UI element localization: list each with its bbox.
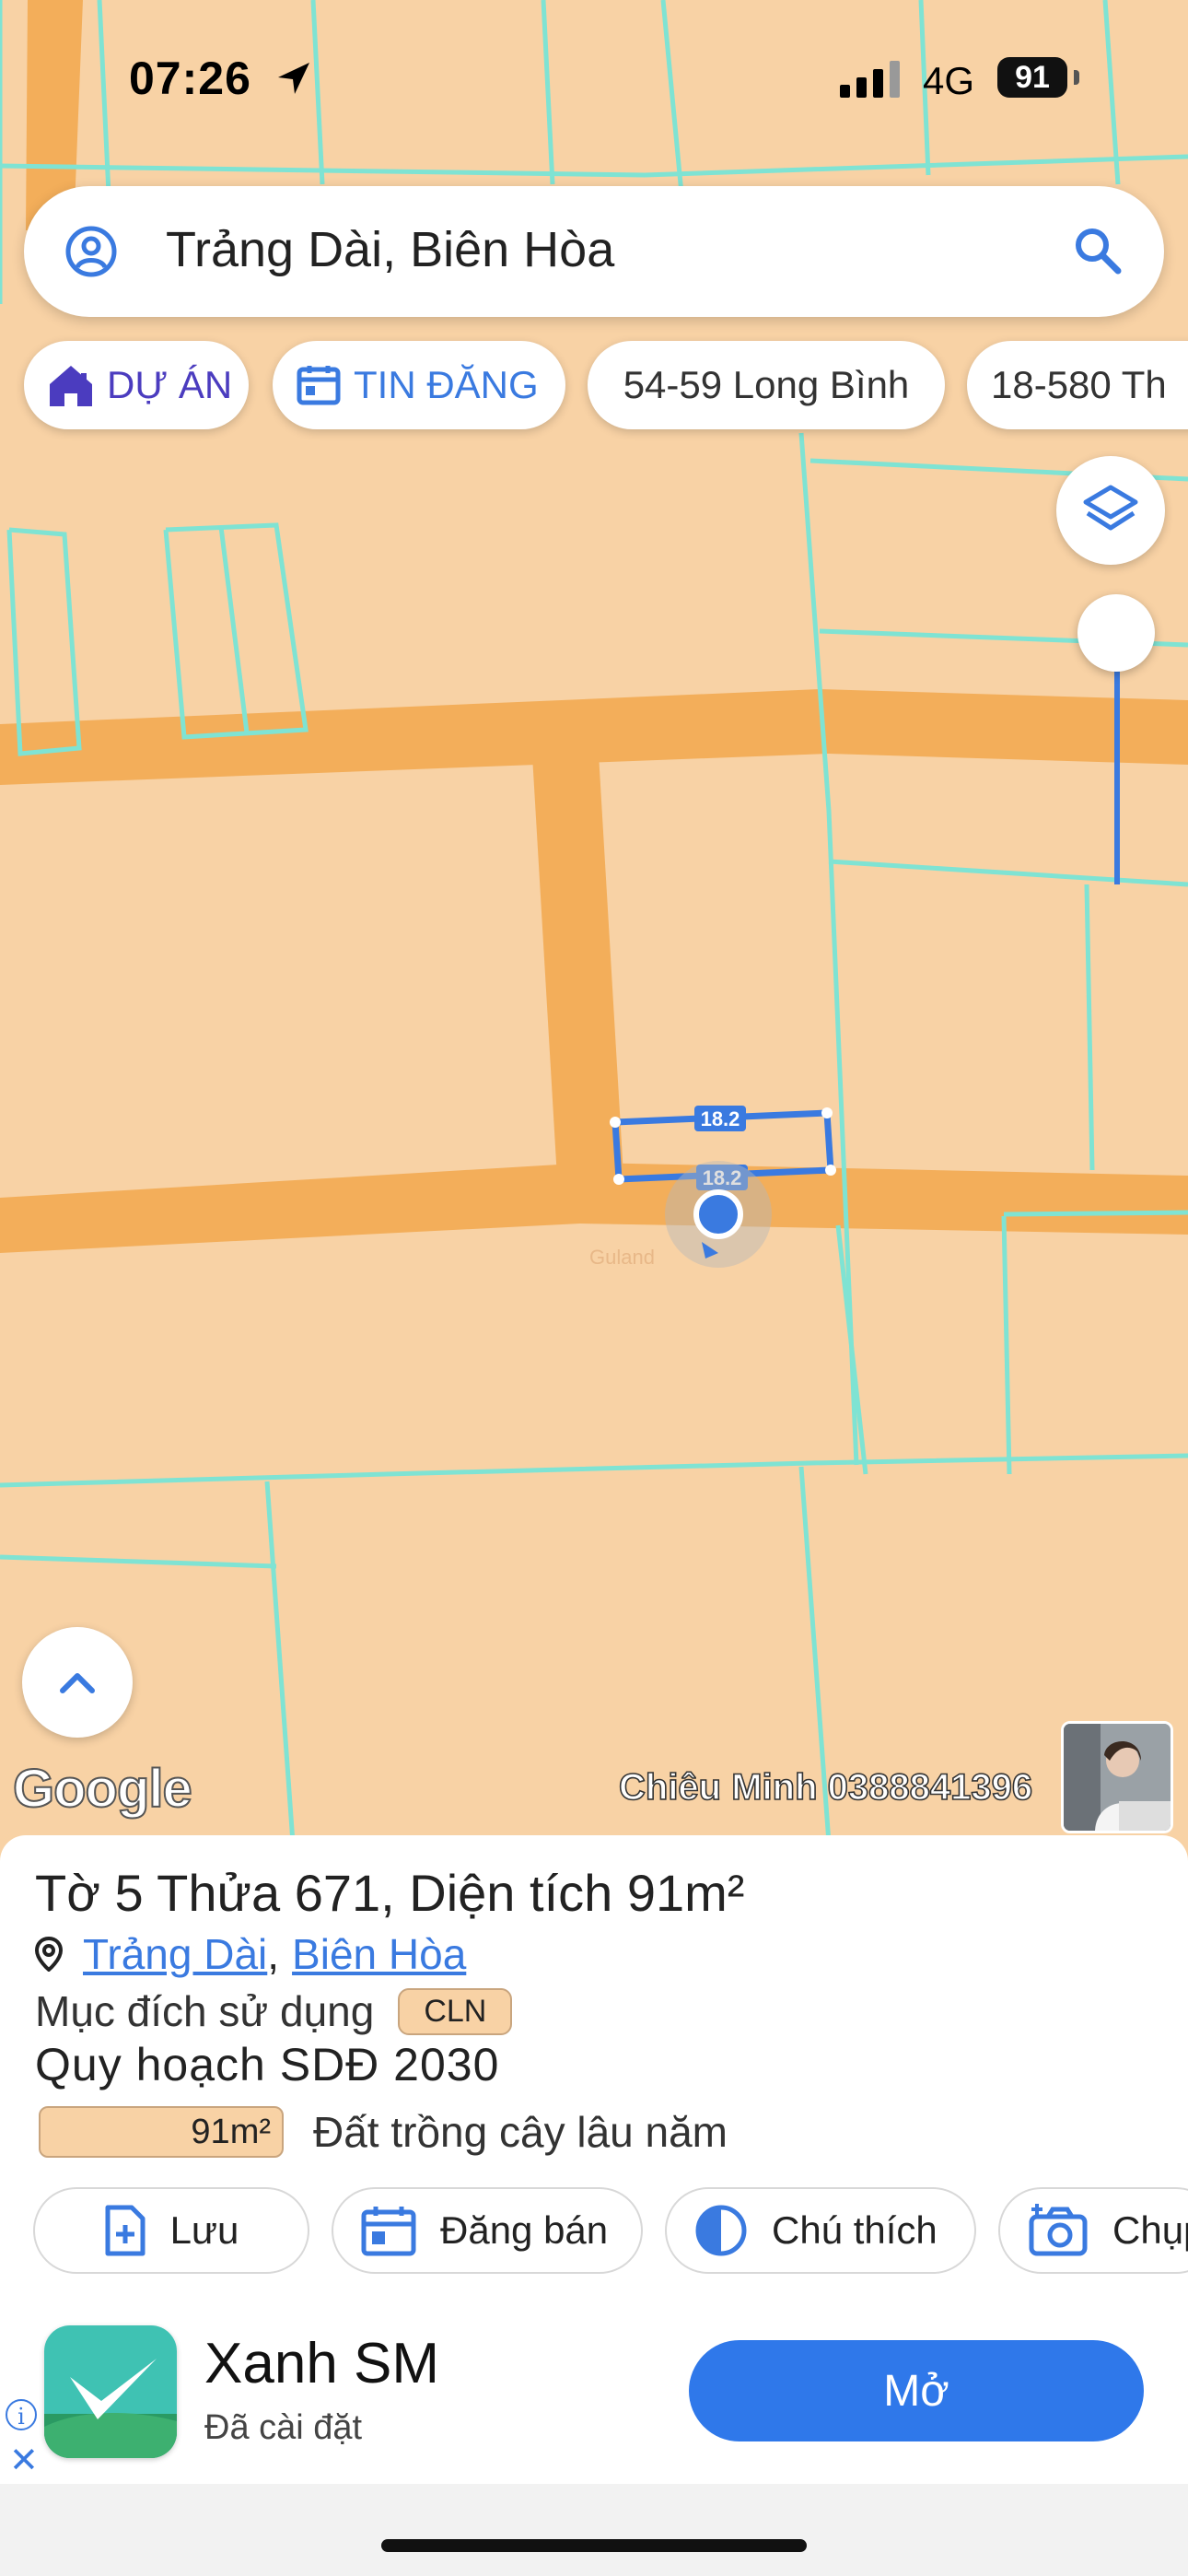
status-time: 07:26 (129, 53, 251, 104)
map-watermark: Guland (589, 1246, 655, 1269)
ad-app-name: Xanh SM (204, 2332, 440, 2395)
listing-icon (297, 366, 341, 405)
xanh-sm-app-icon (44, 2325, 177, 2458)
user-account-icon[interactable] (64, 225, 118, 278)
chip-recent-search-2[interactable]: 18-580 Th (967, 341, 1188, 429)
listing-icon (361, 2207, 416, 2256)
google-logo: Google (12, 1758, 193, 1820)
user-location-marker (665, 1161, 772, 1268)
ad-close-icon[interactable]: ✕ (9, 2440, 39, 2481)
plan-heading: Quy hoạch SDĐ 2030 (35, 2039, 500, 2090)
legend-swatch: 91m² (39, 2106, 284, 2158)
ad-info-icon[interactable]: i (6, 2399, 37, 2430)
home-indicator[interactable] (381, 2539, 807, 2552)
post-for-sale-label: Đăng bán (440, 2208, 609, 2252)
parcel-title: Tờ 5 Thửa 671, Diện tích 91m² (35, 1864, 745, 1922)
location-arrow-icon (278, 63, 309, 94)
battery-tip (1074, 70, 1079, 85)
map-pin-icon (35, 1937, 63, 1972)
chip-label: 18-580 Th (991, 363, 1167, 406)
post-for-sale-button[interactable]: Đăng bán (332, 2187, 643, 2274)
land-use-purpose: Mục đích sử dụng CLN (35, 1986, 513, 2036)
battery-icon: 91 (997, 57, 1067, 98)
owner-avatar[interactable] (1061, 1721, 1173, 1833)
ward-link[interactable]: Trảng Dài (83, 1929, 267, 1979)
ad-banner[interactable]: i ✕ Xanh SM Đã cài đặt Mở (0, 2303, 1188, 2484)
chip-label: TIN ĐĂNG (354, 363, 539, 406)
chip-recent-search-1[interactable]: 54-59 Long Bình (588, 341, 945, 429)
ad-subtitle: Đã cài đặt (204, 2408, 363, 2447)
purpose-label: Mục đích sử dụng (35, 1987, 375, 2035)
status-bar: 07:26 4G 91 (0, 0, 1188, 157)
legend-label: Chú thích (772, 2208, 938, 2252)
signal-bars-icon (840, 61, 900, 98)
legend-description: Đất trồng cây lâu năm (313, 2108, 728, 2156)
file-plus-icon (105, 2205, 146, 2256)
open-app-button[interactable]: Mở (689, 2340, 1144, 2441)
house-icon (50, 366, 92, 406)
edge-length-label: 18.2 (701, 1107, 740, 1130)
capture-label: Chụp (1112, 2208, 1188, 2252)
battery-level: 91 (1015, 60, 1050, 95)
address-separator: , (267, 1930, 280, 1978)
chip-listings[interactable]: TIN ĐĂNG (273, 341, 565, 429)
opacity-slider-track[interactable] (1114, 636, 1120, 884)
layers-button[interactable] (1056, 456, 1165, 565)
save-label: Lưu (169, 2208, 239, 2252)
capture-button[interactable]: Chụp (998, 2187, 1188, 2274)
avatar-image (1064, 1724, 1171, 1831)
network-type: 4G (923, 59, 975, 102)
city-link[interactable]: Biên Hòa (292, 1929, 466, 1979)
chevron-up-icon (60, 1673, 95, 1693)
search-icon[interactable] (1072, 225, 1124, 276)
half-circle-icon (695, 2205, 747, 2256)
opacity-slider-knob[interactable] (1077, 594, 1155, 672)
chip-projects[interactable]: DỰ ÁN (24, 341, 249, 429)
layers-icon (1083, 485, 1138, 531)
search-query[interactable]: Trảng Dài, Biên Hòa (166, 221, 614, 278)
chip-label: 54-59 Long Bình (623, 363, 910, 406)
save-button[interactable]: Lưu (33, 2187, 309, 2274)
land-use-badge: CLN (398, 1987, 513, 2035)
search-bar[interactable]: Trảng Dài, Biên Hòa (24, 186, 1164, 317)
home-indicator-area (0, 2484, 1188, 2576)
legend-button[interactable]: Chú thích (665, 2187, 976, 2274)
expand-panel-button[interactable] (22, 1627, 133, 1738)
parcel-address: Trảng Dài , Biên Hòa (35, 1929, 466, 1979)
owner-label: Chiêu Minh 0388841396 (618, 1766, 1033, 1809)
chip-label: DỰ ÁN (107, 363, 233, 406)
camera-icon (1029, 2204, 1088, 2256)
